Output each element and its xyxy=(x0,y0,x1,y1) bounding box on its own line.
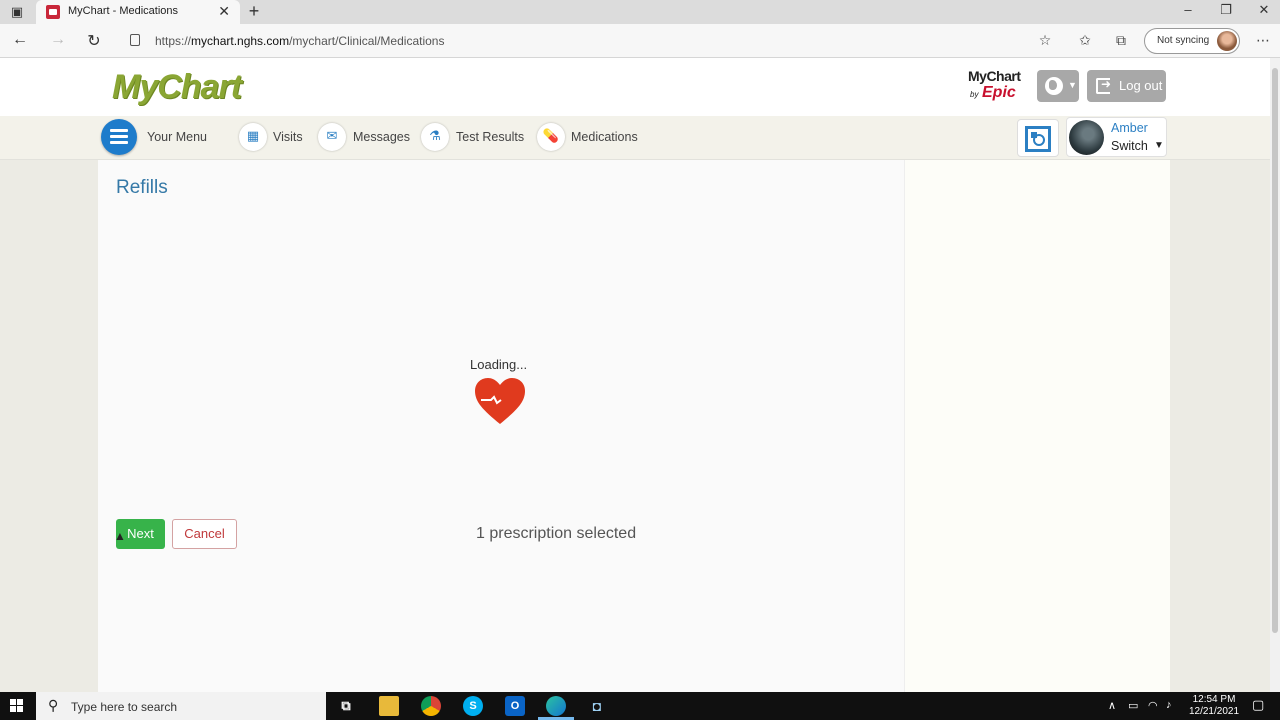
taskbar-clock[interactable]: 12:54 PM 12/21/2021 xyxy=(1186,694,1242,718)
your-menu-button[interactable] xyxy=(101,119,137,155)
mouse-cursor-icon: ▲ xyxy=(114,529,126,543)
switch-label: Switch xyxy=(1111,139,1148,153)
add-favorite-icon[interactable]: ☆ xyxy=(1036,32,1054,49)
browser-tab-bar: ▣ MyChart - Medications ✕ + – ❐ ✕ xyxy=(0,0,1280,24)
caret-down-icon: ▼ xyxy=(1068,80,1077,90)
logout-label: Log out xyxy=(1119,78,1163,93)
app-icon[interactable]: ◘ xyxy=(587,696,607,716)
envelope-icon[interactable]: ✉ xyxy=(318,123,346,151)
epic-logo-by: by xyxy=(970,90,979,99)
nav-item-visits[interactable]: Visits xyxy=(273,130,303,144)
epic-logo-mychart: MyChart xyxy=(968,68,1021,84)
mychart-favicon-icon xyxy=(46,5,60,19)
address-bar[interactable]: https://mychart.nghs.com/mychart/Clinica… xyxy=(120,28,1060,54)
search-placeholder: Type here to search xyxy=(71,700,178,714)
close-window-icon[interactable]: ✕ xyxy=(1254,2,1274,18)
notifications-icon[interactable]: ▢ xyxy=(1252,697,1264,713)
clock-date: 12/21/2021 xyxy=(1188,706,1240,717)
mychart-logo[interactable]: MyChart xyxy=(112,68,242,107)
search-icon: ⚲ xyxy=(48,697,59,713)
tab-actions-icon[interactable]: ▣ xyxy=(8,4,26,20)
epic-logo-name: Epic xyxy=(982,84,1016,101)
right-sidebar xyxy=(904,160,1170,692)
favorites-icon[interactable]: ✩ xyxy=(1076,32,1094,49)
url-text: https://mychart.nghs.com/mychart/Clinica… xyxy=(155,34,445,48)
pill-icon[interactable]: 💊 xyxy=(537,123,565,151)
user-avatar xyxy=(1069,120,1104,155)
your-menu-label[interactable]: Your Menu xyxy=(147,130,207,144)
page-scrollbar[interactable] xyxy=(1270,58,1280,692)
nav-item-test-results[interactable]: Test Results xyxy=(456,130,524,144)
edge-icon[interactable] xyxy=(546,696,566,716)
skype-icon[interactable]: S xyxy=(463,696,483,716)
scrollbar-thumb[interactable] xyxy=(1272,68,1278,633)
user-name: Amber xyxy=(1111,121,1148,135)
battery-icon[interactable]: ▭ xyxy=(1128,699,1138,712)
nav-item-medications[interactable]: Medications xyxy=(571,130,638,144)
calendar-icon[interactable]: ▦ xyxy=(239,123,267,151)
more-options-icon[interactable]: ⋯ xyxy=(1254,32,1272,49)
task-view-icon[interactable]: ⧉ xyxy=(336,696,356,716)
sync-label: Not syncing xyxy=(1157,35,1210,46)
windows-taskbar: ⚲ Type here to search ⧉ S O ◘ ∧ ▭ ◠ ♪ 12… xyxy=(0,692,1280,720)
page-title: Refills xyxy=(116,177,168,198)
refills-panel: Refills Loading... Next Cancel 1 prescri… xyxy=(98,160,904,692)
loading-heart-icon xyxy=(475,378,525,424)
selection-status: 1 prescription selected xyxy=(476,525,637,542)
mychart-header: MyChart MyChart by Epic ▼ Log out xyxy=(0,58,1270,116)
profile-avatar xyxy=(1217,31,1237,51)
logout-button[interactable]: Log out xyxy=(1087,70,1166,102)
cancel-button[interactable]: Cancel xyxy=(172,519,237,549)
taskbar-search-box[interactable]: ⚲ Type here to search xyxy=(36,692,326,720)
wifi-icon[interactable]: ◠ xyxy=(1148,699,1158,712)
back-icon[interactable]: ← xyxy=(10,31,30,49)
caret-down-icon: ▼ xyxy=(1154,140,1164,151)
page-viewport: MyChart MyChart by Epic ▼ Log out Your M… xyxy=(0,58,1270,692)
nav-item-messages[interactable]: Messages xyxy=(353,130,410,144)
main-nav: Your Menu ▦ Visits ✉ Messages ⚗ Test Res… xyxy=(0,116,1270,160)
profile-sync-button[interactable]: Not syncing xyxy=(1144,28,1240,54)
maximize-icon[interactable]: ❐ xyxy=(1216,2,1236,18)
language-button[interactable]: ▼ xyxy=(1037,70,1079,102)
file-explorer-icon[interactable] xyxy=(379,696,399,716)
lock-icon[interactable] xyxy=(130,34,140,46)
logout-icon xyxy=(1096,77,1111,94)
show-hidden-icons-icon[interactable]: ∧ xyxy=(1108,699,1116,712)
browser-toolbar: ← → ↻ https://mychart.nghs.com/mychart/C… xyxy=(0,24,1280,58)
user-switch-button[interactable]: Amber Switch ▼ xyxy=(1066,117,1167,157)
mychart-by-epic-logo: MyChart by Epic xyxy=(966,66,1032,106)
loading-text: Loading... xyxy=(470,357,528,372)
outlook-icon[interactable]: O xyxy=(505,696,525,716)
collections-icon[interactable]: ⧉ xyxy=(1112,32,1130,49)
close-tab-icon[interactable]: ✕ xyxy=(218,3,230,20)
refresh-icon[interactable]: ↻ xyxy=(84,31,104,51)
windows-start-icon[interactable] xyxy=(10,699,24,713)
forward-icon[interactable]: → xyxy=(48,31,68,49)
minimize-icon[interactable]: – xyxy=(1178,2,1198,17)
chrome-icon[interactable] xyxy=(421,696,441,716)
flask-icon[interactable]: ⚗ xyxy=(421,123,449,151)
new-tab-icon[interactable]: + xyxy=(244,1,264,22)
volume-icon[interactable]: ♪ xyxy=(1166,699,1172,711)
tab-title: MyChart - Medications xyxy=(68,5,179,17)
browser-tab[interactable]: MyChart - Medications ✕ xyxy=(36,0,240,24)
clock-time: 12:54 PM xyxy=(1192,694,1236,705)
qr-code-button[interactable] xyxy=(1017,119,1059,157)
qr-code-icon xyxy=(1025,126,1051,152)
globe-icon xyxy=(1045,77,1063,95)
